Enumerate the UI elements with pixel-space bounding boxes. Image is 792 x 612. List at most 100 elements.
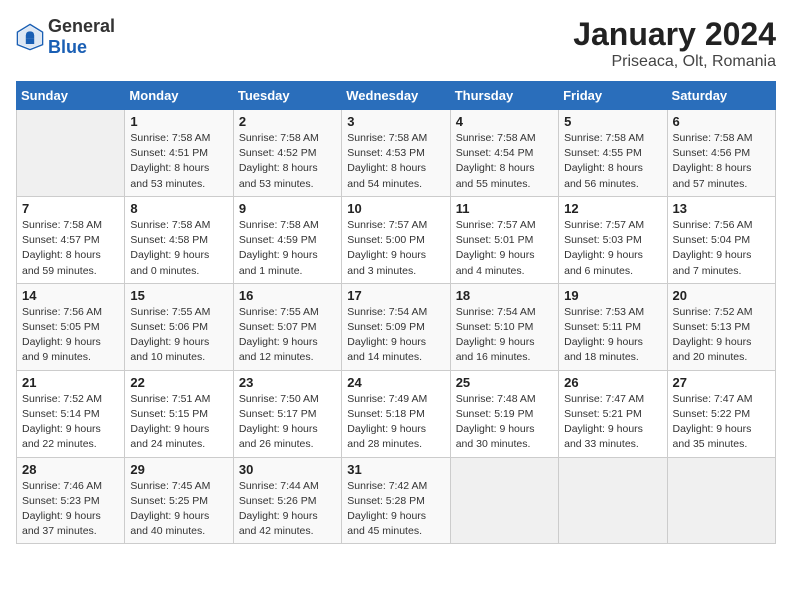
logo-general-text: General bbox=[48, 16, 115, 36]
day-info: Sunrise: 7:58 AMSunset: 4:53 PMDaylight:… bbox=[347, 131, 444, 192]
day-info: Sunrise: 7:56 AMSunset: 5:05 PMDaylight:… bbox=[22, 305, 119, 366]
day-info: Sunrise: 7:58 AMSunset: 4:58 PMDaylight:… bbox=[130, 218, 227, 279]
table-cell: 21Sunrise: 7:52 AMSunset: 5:14 PMDayligh… bbox=[17, 370, 125, 457]
day-number: 14 bbox=[22, 288, 119, 303]
header-friday: Friday bbox=[559, 82, 667, 110]
table-cell: 12Sunrise: 7:57 AMSunset: 5:03 PMDayligh… bbox=[559, 196, 667, 283]
table-cell: 13Sunrise: 7:56 AMSunset: 5:04 PMDayligh… bbox=[667, 196, 775, 283]
table-cell: 4 Sunrise: 7:58 AMSunset: 4:54 PMDaylight… bbox=[450, 110, 558, 197]
table-cell: 31 Sunrise: 7:42 AMSunset: 5:28 PMDayligh… bbox=[342, 457, 450, 544]
day-number: 7 bbox=[22, 201, 119, 216]
day-info: Sunrise: 7:58 AMSunset: 4:56 PMDaylight:… bbox=[673, 131, 770, 192]
calendar-table: SundayMondayTuesdayWednesdayThursdayFrid… bbox=[16, 81, 776, 544]
day-info: Sunrise: 7:58 AMSunset: 4:54 PMDaylight:… bbox=[456, 131, 553, 192]
table-cell: 16 Sunrise: 7:55 AMSunset: 5:07 PMDayligh… bbox=[233, 283, 341, 370]
day-number: 31 bbox=[347, 462, 444, 477]
day-number: 22 bbox=[130, 375, 227, 390]
table-cell: 18Sunrise: 7:54 AMSunset: 5:10 PMDayligh… bbox=[450, 283, 558, 370]
day-number: 2 bbox=[239, 114, 336, 129]
day-number: 16 bbox=[239, 288, 336, 303]
table-cell: 25 Sunrise: 7:48 AMSunset: 5:19 PMDayligh… bbox=[450, 370, 558, 457]
day-info: Sunrise: 7:42 AMSunset: 5:28 PMDaylight:… bbox=[347, 479, 444, 540]
table-cell: 23 Sunrise: 7:50 AMSunset: 5:17 PMDayligh… bbox=[233, 370, 341, 457]
day-info: Sunrise: 7:54 AMSunset: 5:10 PMDaylight:… bbox=[456, 305, 553, 366]
day-info: Sunrise: 7:49 AMSunset: 5:18 PMDaylight:… bbox=[347, 392, 444, 453]
day-number: 15 bbox=[130, 288, 227, 303]
table-cell: 27 Sunrise: 7:47 AMSunset: 5:22 PMDayligh… bbox=[667, 370, 775, 457]
day-info: Sunrise: 7:57 AMSunset: 5:00 PMDaylight:… bbox=[347, 218, 444, 279]
day-info: Sunrise: 7:58 AMSunset: 4:57 PMDaylight:… bbox=[22, 218, 119, 279]
table-cell: 22 Sunrise: 7:51 AMSunset: 5:15 PMDayligh… bbox=[125, 370, 233, 457]
day-number: 20 bbox=[673, 288, 770, 303]
day-info: Sunrise: 7:44 AMSunset: 5:26 PMDaylight:… bbox=[239, 479, 336, 540]
table-cell bbox=[559, 457, 667, 544]
day-info: Sunrise: 7:58 AMSunset: 4:55 PMDaylight:… bbox=[564, 131, 661, 192]
page-header: General Blue January 2024 Priseaca, Olt,… bbox=[16, 16, 776, 71]
day-info: Sunrise: 7:57 AMSunset: 5:01 PMDaylight:… bbox=[456, 218, 553, 279]
table-cell: 17Sunrise: 7:54 AMSunset: 5:09 PMDayligh… bbox=[342, 283, 450, 370]
day-info: Sunrise: 7:52 AMSunset: 5:13 PMDaylight:… bbox=[673, 305, 770, 366]
day-info: Sunrise: 7:47 AMSunset: 5:22 PMDaylight:… bbox=[673, 392, 770, 453]
day-number: 30 bbox=[239, 462, 336, 477]
day-number: 23 bbox=[239, 375, 336, 390]
day-info: Sunrise: 7:55 AMSunset: 5:06 PMDaylight:… bbox=[130, 305, 227, 366]
day-number: 6 bbox=[673, 114, 770, 129]
table-cell: 15 Sunrise: 7:55 AMSunset: 5:06 PMDayligh… bbox=[125, 283, 233, 370]
day-number: 11 bbox=[456, 201, 553, 216]
day-info: Sunrise: 7:51 AMSunset: 5:15 PMDaylight:… bbox=[130, 392, 227, 453]
table-cell: 5 Sunrise: 7:58 AMSunset: 4:55 PMDaylight… bbox=[559, 110, 667, 197]
day-info: Sunrise: 7:58 AMSunset: 4:51 PMDaylight:… bbox=[130, 131, 227, 192]
day-number: 21 bbox=[22, 375, 119, 390]
day-number: 27 bbox=[673, 375, 770, 390]
table-cell: 9 Sunrise: 7:58 AMSunset: 4:59 PMDaylight… bbox=[233, 196, 341, 283]
table-cell bbox=[667, 457, 775, 544]
header-thursday: Thursday bbox=[450, 82, 558, 110]
day-info: Sunrise: 7:50 AMSunset: 5:17 PMDaylight:… bbox=[239, 392, 336, 453]
header-saturday: Saturday bbox=[667, 82, 775, 110]
table-cell: 1 Sunrise: 7:58 AMSunset: 4:51 PMDaylight… bbox=[125, 110, 233, 197]
week-row-5: 28 Sunrise: 7:46 AMSunset: 5:23 PMDayligh… bbox=[17, 457, 776, 544]
day-info: Sunrise: 7:46 AMSunset: 5:23 PMDaylight:… bbox=[22, 479, 119, 540]
header-tuesday: Tuesday bbox=[233, 82, 341, 110]
table-cell bbox=[450, 457, 558, 544]
table-cell: 24 Sunrise: 7:49 AMSunset: 5:18 PMDayligh… bbox=[342, 370, 450, 457]
day-number: 3 bbox=[347, 114, 444, 129]
table-cell: 2 Sunrise: 7:58 AMSunset: 4:52 PMDaylight… bbox=[233, 110, 341, 197]
day-number: 26 bbox=[564, 375, 661, 390]
table-cell: 20 Sunrise: 7:52 AMSunset: 5:13 PMDayligh… bbox=[667, 283, 775, 370]
table-cell: 11 Sunrise: 7:57 AMSunset: 5:01 PMDayligh… bbox=[450, 196, 558, 283]
table-cell: 8 Sunrise: 7:58 AMSunset: 4:58 PMDaylight… bbox=[125, 196, 233, 283]
day-number: 9 bbox=[239, 201, 336, 216]
table-cell: 29 Sunrise: 7:45 AMSunset: 5:25 PMDayligh… bbox=[125, 457, 233, 544]
day-number: 19 bbox=[564, 288, 661, 303]
day-info: Sunrise: 7:58 AMSunset: 4:52 PMDaylight:… bbox=[239, 131, 336, 192]
day-info: Sunrise: 7:55 AMSunset: 5:07 PMDaylight:… bbox=[239, 305, 336, 366]
day-number: 8 bbox=[130, 201, 227, 216]
day-number: 29 bbox=[130, 462, 227, 477]
day-info: Sunrise: 7:58 AMSunset: 4:59 PMDaylight:… bbox=[239, 218, 336, 279]
logo-icon bbox=[16, 23, 44, 51]
subtitle: Priseaca, Olt, Romania bbox=[573, 53, 776, 71]
table-cell: 19Sunrise: 7:53 AMSunset: 5:11 PMDayligh… bbox=[559, 283, 667, 370]
week-row-1: 1 Sunrise: 7:58 AMSunset: 4:51 PMDaylight… bbox=[17, 110, 776, 197]
day-number: 1 bbox=[130, 114, 227, 129]
table-cell: 14 Sunrise: 7:56 AMSunset: 5:05 PMDayligh… bbox=[17, 283, 125, 370]
table-cell: 7 Sunrise: 7:58 AMSunset: 4:57 PMDaylight… bbox=[17, 196, 125, 283]
week-row-2: 7 Sunrise: 7:58 AMSunset: 4:57 PMDaylight… bbox=[17, 196, 776, 283]
table-cell: 30 Sunrise: 7:44 AMSunset: 5:26 PMDayligh… bbox=[233, 457, 341, 544]
table-cell: 26 Sunrise: 7:47 AMSunset: 5:21 PMDayligh… bbox=[559, 370, 667, 457]
day-info: Sunrise: 7:48 AMSunset: 5:19 PMDaylight:… bbox=[456, 392, 553, 453]
day-info: Sunrise: 7:57 AMSunset: 5:03 PMDaylight:… bbox=[564, 218, 661, 279]
day-number: 4 bbox=[456, 114, 553, 129]
day-number: 25 bbox=[456, 375, 553, 390]
header-wednesday: Wednesday bbox=[342, 82, 450, 110]
logo-blue-text: Blue bbox=[48, 37, 87, 57]
day-info: Sunrise: 7:45 AMSunset: 5:25 PMDaylight:… bbox=[130, 479, 227, 540]
main-title: January 2024 bbox=[573, 16, 776, 53]
day-number: 24 bbox=[347, 375, 444, 390]
day-info: Sunrise: 7:47 AMSunset: 5:21 PMDaylight:… bbox=[564, 392, 661, 453]
table-cell: 3 Sunrise: 7:58 AMSunset: 4:53 PMDaylight… bbox=[342, 110, 450, 197]
day-number: 5 bbox=[564, 114, 661, 129]
table-cell: 6 Sunrise: 7:58 AMSunset: 4:56 PMDaylight… bbox=[667, 110, 775, 197]
day-number: 28 bbox=[22, 462, 119, 477]
